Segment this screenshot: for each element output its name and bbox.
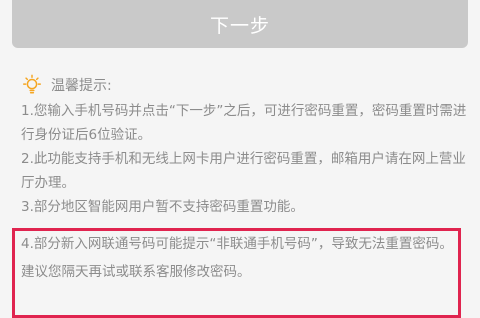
next-step-button[interactable]: 下一步 xyxy=(12,0,468,48)
tip-item-4: 4.部分新入网联通号码可能提示“非联通手机号码”，导致无法重置密码。建议您隔天再… xyxy=(21,236,453,280)
tips-header: 温馨提示: xyxy=(21,72,471,98)
tip-item-3: 3.部分地区智能网用户暂不支持密码重置功能。 xyxy=(21,199,304,215)
tip-item-2: 2.此功能支持手机和无线上网卡用户进行密码重置，邮箱用户请在网上营业厅办理。 xyxy=(21,151,466,191)
tips-title: 温馨提示: xyxy=(51,78,112,94)
lightbulb-icon xyxy=(23,74,41,94)
tips-section: 温馨提示: 1.您输入手机号码并点击“下一步”之后，可进行密码重置，密码重置时需… xyxy=(21,72,471,219)
tip-item-1: 1.您输入手机号码并点击“下一步”之后，可进行密码重置，密码重置时需进行身份证后… xyxy=(21,103,467,143)
